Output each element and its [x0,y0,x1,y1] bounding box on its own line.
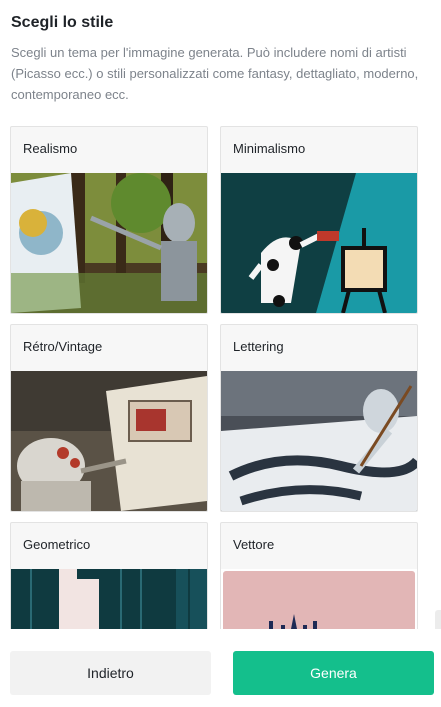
style-card-minimalismo[interactable]: Minimalismo [220,126,418,314]
style-card-lettering[interactable]: Lettering [220,324,418,512]
style-picker-panel: Scegli lo stile Scegli un tema per l'imm… [0,0,441,707]
footer-actions: Indietro Genera [0,629,441,707]
style-card-label: Rétro/Vintage [23,339,103,354]
style-thumbnail-geometrico [11,569,207,629]
style-card-realismo[interactable]: Realismo [10,126,208,314]
style-card-geometrico[interactable]: Geometrico [10,522,208,629]
panel-description: Scegli un tema per l'immagine generata. … [11,45,419,102]
style-card-label: Geometrico [23,537,91,552]
style-thumbnail-minimalismo [221,173,417,313]
style-thumbnail-realismo [11,173,207,313]
back-button[interactable]: Indietro [10,651,211,695]
header: Scegli lo stile Scegli un tema per l'imm… [11,13,421,105]
generate-button[interactable]: Genera [233,651,434,695]
style-thumbnail-retro-vintage [11,371,207,511]
style-card-label: Vettore [233,537,275,552]
style-thumbnail-lettering [221,371,417,511]
style-card-vettore[interactable]: Vettore [220,522,418,629]
style-card-label: Lettering [233,339,284,354]
style-card-label: Minimalismo [233,141,306,156]
style-card-retro-vintage[interactable]: Rétro/Vintage [10,324,208,512]
style-thumbnail-vettore [221,569,417,629]
style-card-label: Realismo [23,141,78,156]
style-grid[interactable]: Realismo Minimalismo Rétro/Vintage Lette… [0,126,441,629]
panel-title: Scegli lo stile [11,14,114,31]
